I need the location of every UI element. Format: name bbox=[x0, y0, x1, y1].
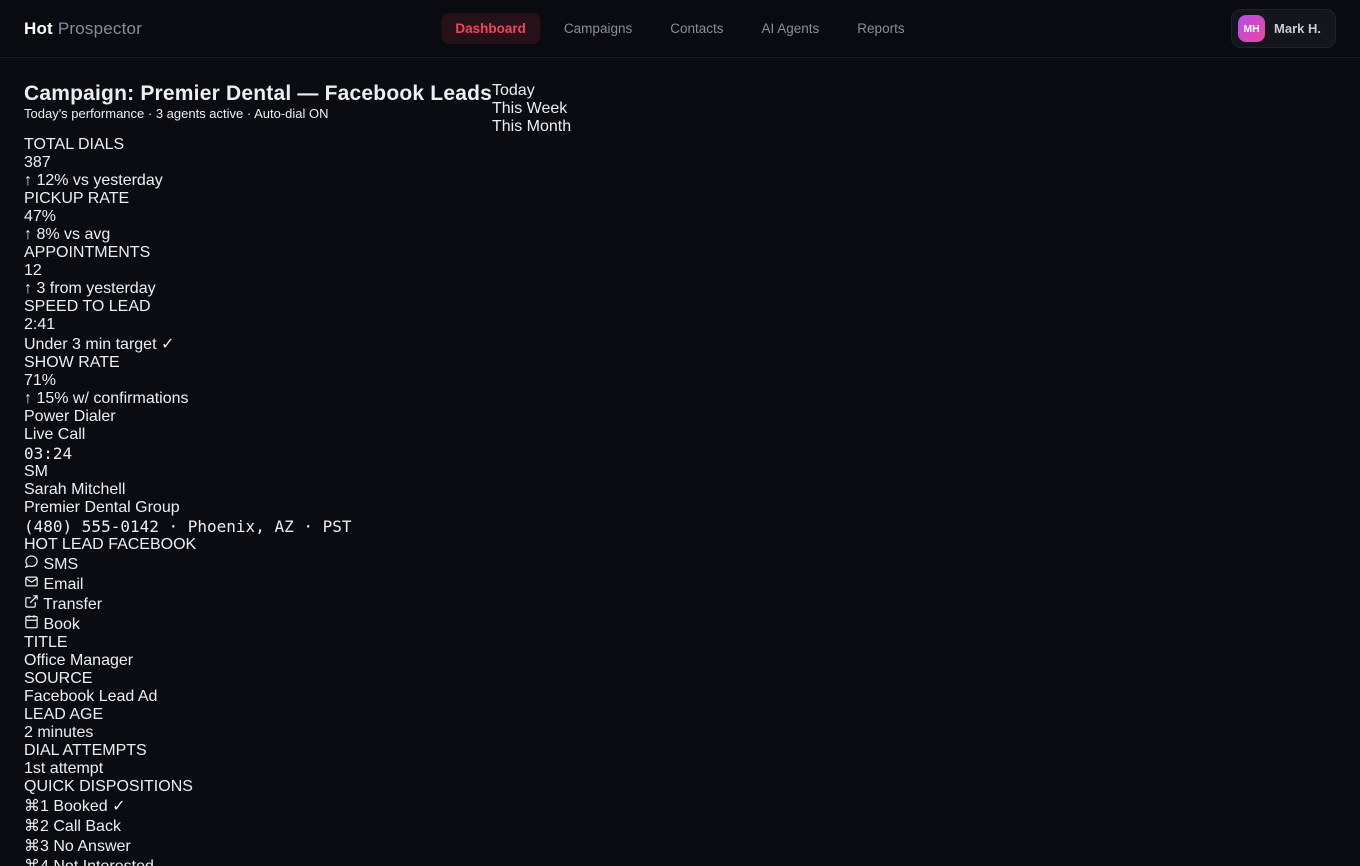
disposition-label: Booked ✓ bbox=[53, 798, 125, 815]
date-range-group: Today This Week This Month bbox=[492, 82, 571, 136]
page-title: Campaign: Premier Dental — Facebook Lead… bbox=[24, 82, 492, 106]
action-buttons: SMS Email Transfer Book bbox=[24, 554, 1336, 634]
contact-tags: HOT LEAD FACEBOOK bbox=[24, 536, 1336, 554]
lead-fields: TITLE Office Manager SOURCE Facebook Lea… bbox=[24, 634, 1336, 778]
contact-card: SM Sarah Mitchell Premier Dental Group (… bbox=[24, 463, 1336, 554]
kpi-delta: ↑ 3 from yesterday bbox=[24, 280, 1336, 298]
range-today-button[interactable]: Today bbox=[492, 82, 571, 100]
field-value: Facebook Lead Ad bbox=[24, 688, 1336, 706]
chat-bubble-icon bbox=[24, 556, 39, 573]
sms-button[interactable]: SMS bbox=[24, 554, 1336, 574]
kpi-delta: ↑ 12% vs yesterday bbox=[24, 172, 1336, 190]
range-this-month-button[interactable]: This Month bbox=[492, 118, 571, 136]
page-subtitle: Today's performance · 3 agents active · … bbox=[24, 106, 492, 121]
user-menu[interactable]: MH Mark H. bbox=[1231, 9, 1336, 48]
contact-name: Sarah Mitchell bbox=[24, 481, 1336, 499]
kpi-value: 387 bbox=[24, 154, 1336, 172]
brand-light: Prospector bbox=[53, 19, 142, 38]
kpi-appointments: APPOINTMENTS 12 ↑ 3 from yesterday bbox=[24, 244, 1336, 298]
disposition-label: Not Interested bbox=[53, 858, 154, 866]
shortcut-key-badge: ⌘3 bbox=[24, 838, 49, 855]
disposition-no-answer[interactable]: ⌘3 No Answer bbox=[24, 836, 1336, 856]
nav-item-ai-agents[interactable]: AI Agents bbox=[748, 13, 834, 44]
brand-logo[interactable]: Hot Prospector bbox=[24, 19, 142, 39]
field-source: SOURCE Facebook Lead Ad bbox=[24, 670, 1336, 706]
disposition-label: Call Back bbox=[53, 818, 121, 835]
field-value: Office Manager bbox=[24, 652, 1336, 670]
kpi-speed-to-lead: SPEED TO LEAD 2:41 Under 3 min target ✓ bbox=[24, 298, 1336, 354]
dispositions-grid: ⌘1 Booked ✓ ⌘2 Call Back ⌘3 No Answer ⌘4… bbox=[24, 796, 1336, 866]
kpi-value: 2:41 bbox=[24, 316, 1336, 334]
shortcut-key-badge: ⌘2 bbox=[24, 818, 49, 835]
power-dialer-panel: Power Dialer Live Call 03:24 SM Sarah Mi… bbox=[24, 408, 1336, 866]
field-label: SOURCE bbox=[24, 670, 1336, 688]
contact-avatar: SM bbox=[24, 463, 1336, 481]
live-call-label: Live Call bbox=[24, 426, 85, 443]
envelope-icon bbox=[24, 576, 39, 593]
avatar: MH bbox=[1238, 15, 1265, 42]
range-this-week-button[interactable]: This Week bbox=[492, 100, 571, 118]
kpi-value: 71% bbox=[24, 372, 1336, 390]
kpi-value: 47% bbox=[24, 208, 1336, 226]
transfer-button[interactable]: Transfer bbox=[24, 594, 1336, 614]
disposition-label: No Answer bbox=[53, 838, 130, 855]
disposition-booked[interactable]: ⌘1 Booked ✓ bbox=[24, 796, 1336, 816]
kpi-row: TOTAL DIALS 387 ↑ 12% vs yesterday PICKU… bbox=[24, 136, 1336, 408]
facebook-tag: FACEBOOK bbox=[108, 536, 196, 553]
field-label: TITLE bbox=[24, 634, 1336, 652]
email-button[interactable]: Email bbox=[24, 574, 1336, 594]
shortcut-key-badge: ⌘4 bbox=[24, 858, 49, 866]
nav-item-dashboard[interactable]: Dashboard bbox=[441, 13, 540, 44]
user-name: Mark H. bbox=[1274, 21, 1321, 36]
field-label: LEAD AGE bbox=[24, 706, 1336, 724]
kpi-label: SHOW RATE bbox=[24, 354, 1336, 372]
shortcut-key-badge: ⌘1 bbox=[24, 798, 49, 815]
nav-item-reports[interactable]: Reports bbox=[843, 13, 918, 44]
field-value: 1st attempt bbox=[24, 760, 1336, 778]
call-timer: 03:24 bbox=[24, 444, 1336, 463]
book-label: Book bbox=[43, 616, 79, 633]
transfer-label: Transfer bbox=[43, 596, 102, 613]
kpi-delta: Under 3 min target ✓ bbox=[24, 334, 1336, 354]
kpi-delta: ↑ 15% w/ confirmations bbox=[24, 390, 1336, 408]
external-arrow-icon bbox=[24, 596, 39, 613]
dialer-header: Power Dialer Live Call 03:24 bbox=[24, 408, 1336, 463]
field-title: TITLE Office Manager bbox=[24, 634, 1336, 670]
kpi-total-dials: TOTAL DIALS 387 ↑ 12% vs yesterday bbox=[24, 136, 1336, 190]
field-dial-attempts: DIAL ATTEMPTS 1st attempt bbox=[24, 742, 1336, 778]
kpi-show-rate: SHOW RATE 71% ↑ 15% w/ confirmations bbox=[24, 354, 1336, 408]
sms-label: SMS bbox=[43, 556, 78, 573]
contact-company: Premier Dental Group bbox=[24, 499, 1336, 517]
top-nav: Hot Prospector Dashboard Campaigns Conta… bbox=[0, 0, 1360, 58]
kpi-delta: ↑ 8% vs avg bbox=[24, 226, 1336, 244]
kpi-label: TOTAL DIALS bbox=[24, 136, 1336, 154]
kpi-label: APPOINTMENTS bbox=[24, 244, 1336, 262]
disposition-call-back[interactable]: ⌘2 Call Back bbox=[24, 816, 1336, 836]
contact-phone: (480) 555-0142 · Phoenix, AZ · PST bbox=[24, 517, 1336, 536]
field-value: 2 minutes bbox=[24, 724, 1336, 742]
brand-bold: Hot bbox=[24, 19, 53, 38]
book-button[interactable]: Book bbox=[24, 614, 1336, 634]
live-call-badge: Live Call bbox=[24, 426, 1336, 444]
email-label: Email bbox=[43, 576, 83, 593]
nav-item-contacts[interactable]: Contacts bbox=[656, 13, 737, 44]
dialer-title: Power Dialer bbox=[24, 408, 1336, 426]
dispositions-heading: QUICK DISPOSITIONS bbox=[24, 778, 1336, 796]
hot-lead-tag: HOT LEAD bbox=[24, 536, 104, 553]
kpi-label: PICKUP RATE bbox=[24, 190, 1336, 208]
disposition-not-interested[interactable]: ⌘4 Not Interested bbox=[24, 856, 1336, 866]
kpi-label: SPEED TO LEAD bbox=[24, 298, 1336, 316]
kpi-pickup-rate: PICKUP RATE 47% ↑ 8% vs avg bbox=[24, 190, 1336, 244]
nav-links: Dashboard Campaigns Contacts AI Agents R… bbox=[441, 13, 918, 44]
page-header: Campaign: Premier Dental — Facebook Lead… bbox=[24, 82, 1336, 136]
field-lead-age: LEAD AGE 2 minutes bbox=[24, 706, 1336, 742]
nav-item-campaigns[interactable]: Campaigns bbox=[550, 13, 646, 44]
calendar-icon bbox=[24, 616, 39, 633]
field-label: DIAL ATTEMPTS bbox=[24, 742, 1336, 760]
kpi-value: 12 bbox=[24, 262, 1336, 280]
